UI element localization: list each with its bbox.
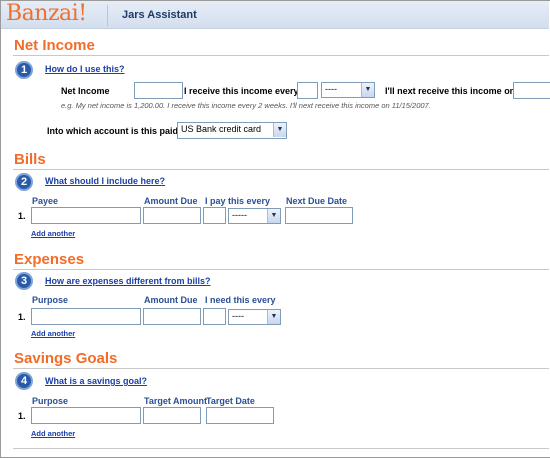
- purpose-column-label: Purpose: [32, 295, 69, 305]
- app-title: Jars Assistant: [122, 9, 197, 21]
- savings-goals-title: Savings Goals: [14, 350, 118, 367]
- next-receive-label: I'll next receive this income on: [385, 86, 516, 96]
- chevron-down-icon: ▼: [273, 123, 286, 137]
- chevron-down-icon: ▼: [267, 209, 280, 223]
- expense-amount-input[interactable]: [143, 308, 201, 325]
- savings-purpose-column-label: Purpose: [32, 396, 69, 406]
- bills-title: Bills: [14, 151, 46, 168]
- bill-next-due-date-input[interactable]: [285, 207, 353, 224]
- chevron-down-icon: ▼: [267, 310, 280, 324]
- expense-every-input[interactable]: [203, 308, 226, 325]
- top-bar: Banzai! Jars Assistant: [1, 1, 549, 29]
- expense-amount-column-label: Amount Due: [144, 295, 198, 305]
- step-3-icon: 3: [15, 272, 33, 290]
- bills-divider: [13, 169, 549, 170]
- income-period-select[interactable]: ---- ▼: [321, 82, 375, 98]
- savings-target-date-input[interactable]: [206, 407, 274, 424]
- pay-every-column-label: I pay this every: [205, 196, 271, 206]
- add-another-savings-link[interactable]: Add another: [31, 429, 75, 438]
- expense-purpose-input[interactable]: [31, 308, 141, 325]
- amount-due-column-label: Amount Due: [144, 196, 198, 206]
- need-every-column-label: I need this every: [205, 295, 276, 305]
- add-another-expense-link[interactable]: Add another: [31, 329, 75, 338]
- step-4-icon: 4: [15, 372, 33, 390]
- savings-target-amount-input[interactable]: [143, 407, 201, 424]
- what-to-include-link[interactable]: What should I include here?: [45, 176, 165, 186]
- expenses-vs-bills-link[interactable]: How are expenses different from bills?: [45, 276, 211, 286]
- bill-every-input[interactable]: [203, 207, 226, 224]
- step-1-icon: 1: [15, 61, 33, 79]
- step-2-icon: 2: [15, 173, 33, 191]
- bill-amount-input[interactable]: [143, 207, 201, 224]
- example-text: e.g. My net income is 1,200.00. I receiv…: [61, 101, 431, 110]
- payee-column-label: Payee: [32, 196, 59, 206]
- bottom-divider: [13, 448, 549, 449]
- savings-purpose-input[interactable]: [31, 407, 141, 424]
- next-receive-date-input[interactable]: [513, 82, 550, 99]
- next-due-date-column-label: Next Due Date: [286, 196, 348, 206]
- chevron-down-icon: ▼: [361, 83, 374, 97]
- savings-row-number: 1.: [18, 411, 26, 421]
- bill-payee-input[interactable]: [31, 207, 141, 224]
- what-is-savings-goal-link[interactable]: What is a savings goal?: [45, 376, 147, 386]
- receive-every-input[interactable]: [297, 82, 318, 99]
- net-income-input[interactable]: [134, 82, 183, 99]
- expense-row-number: 1.: [18, 312, 26, 322]
- expense-period-select[interactable]: ---- ▼: [228, 309, 281, 325]
- net-income-title: Net Income: [14, 37, 95, 54]
- net-income-divider: [13, 55, 549, 56]
- target-amount-column-label: Target Amount: [144, 396, 207, 406]
- account-select[interactable]: US Bank credit card ▼: [177, 122, 287, 139]
- add-another-bill-link[interactable]: Add another: [31, 229, 75, 238]
- savings-divider: [13, 368, 549, 369]
- receive-every-label: I receive this income every: [184, 86, 299, 96]
- bill-period-select[interactable]: ----- ▼: [228, 208, 281, 224]
- net-income-label: Net Income: [61, 86, 110, 96]
- how-do-i-use-this-link[interactable]: How do I use this?: [45, 64, 125, 74]
- expenses-title: Expenses: [14, 251, 85, 268]
- banzai-logo[interactable]: Banzai!: [6, 1, 87, 26]
- account-label: Into which account is this paid?: [47, 126, 184, 136]
- expenses-divider: [13, 269, 549, 270]
- bill-row-number: 1.: [18, 211, 26, 221]
- target-date-column-label: Target Date: [206, 396, 255, 406]
- header-divider: [107, 5, 108, 26]
